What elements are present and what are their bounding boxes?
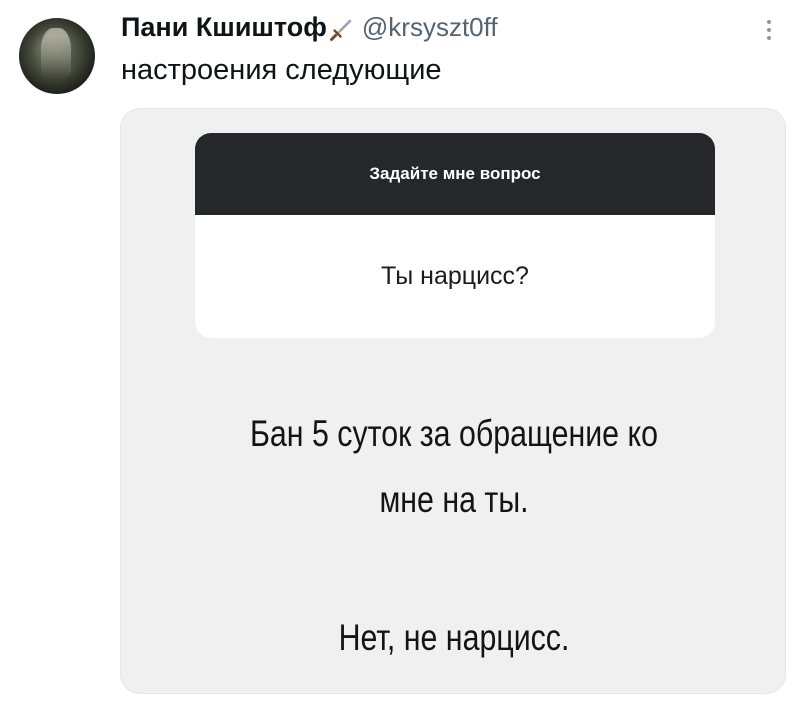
tweet[interactable]: Пани Кшиштоф @krsyszt0ff настроения след… bbox=[0, 0, 800, 706]
avatar[interactable] bbox=[19, 18, 95, 94]
tweet-header: Пани Кшиштоф @krsyszt0ff bbox=[121, 12, 498, 43]
display-name[interactable]: Пани Кшиштоф bbox=[121, 12, 327, 43]
tweet-media-image[interactable]: Задайте мне вопрос Ты нарцисс? Бан 5 сут… bbox=[120, 108, 786, 694]
question-text: Ты нарцисс? bbox=[381, 262, 529, 290]
question-header: Задайте мне вопрос bbox=[195, 133, 715, 215]
answer-line-2: мне на ты. bbox=[379, 479, 529, 520]
answer-line-3: Нет, не нарцисс. bbox=[338, 617, 570, 658]
answer-line-1: Бан 5 суток за обращение ко bbox=[250, 413, 658, 454]
dagger-icon bbox=[328, 15, 356, 43]
tweet-text: настроения следующие bbox=[121, 54, 442, 86]
handle[interactable]: @krsyszt0ff bbox=[362, 12, 498, 43]
question-sticker: Задайте мне вопрос Ты нарцисс? bbox=[195, 133, 715, 338]
more-vertical-icon[interactable] bbox=[764, 16, 774, 44]
